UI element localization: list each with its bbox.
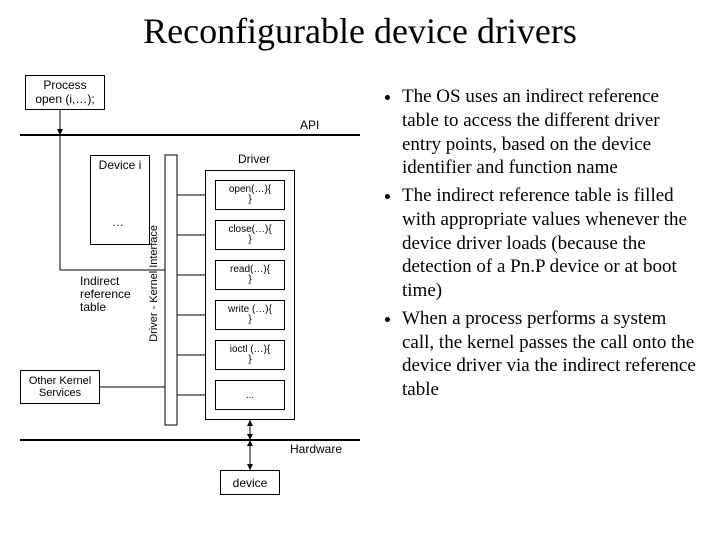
- func-more: ...: [215, 380, 285, 410]
- device-box: device: [220, 470, 280, 495]
- func-open: open(…){ }: [215, 180, 285, 210]
- api-label: API: [300, 118, 319, 132]
- func-close: close(…){ }: [215, 220, 285, 250]
- func-write: write (…){ }: [215, 300, 285, 330]
- process-box: Process open (i,…);: [25, 75, 105, 110]
- indirect-ref-label: Indirect reference table: [80, 275, 131, 315]
- bullet-item: The indirect reference table is filled w…: [402, 184, 700, 303]
- bullet-item: When a process performs a system call, t…: [402, 307, 700, 402]
- slide: Reconfigurable device drivers: [0, 0, 720, 540]
- bullet-list: The OS uses an indirect reference table …: [380, 85, 700, 406]
- bullet-item: The OS uses an indirect reference table …: [402, 85, 700, 180]
- page-title: Reconfigurable device drivers: [0, 10, 720, 52]
- device-i-box: Device i: [90, 155, 150, 245]
- hardware-label: Hardware: [290, 442, 342, 456]
- func-read: read(…){ }: [215, 260, 285, 290]
- func-ioctl: ioctl (…){ }: [215, 340, 285, 370]
- other-kernel-box: Other Kernel Services: [20, 370, 100, 404]
- driver-label: Driver: [238, 152, 270, 166]
- device-i-ellipsis: …: [112, 215, 124, 229]
- dki-label: Driver - Kernel Interface: [148, 225, 160, 342]
- device-i-label: Device i: [99, 158, 142, 172]
- diagram: Process open (i,…); API Device i … Drive…: [20, 80, 360, 510]
